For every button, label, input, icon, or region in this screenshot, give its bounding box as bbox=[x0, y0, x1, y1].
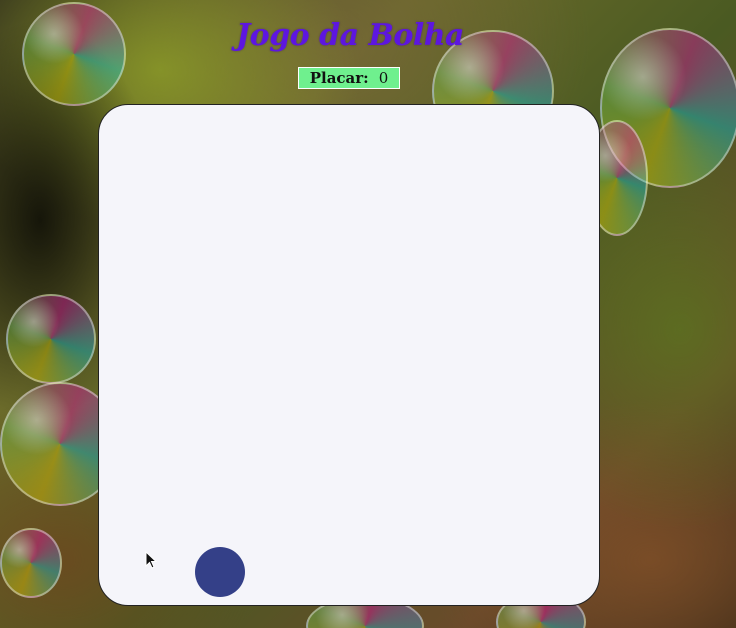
score-value: 0 bbox=[378, 69, 389, 87]
background-bubble bbox=[0, 528, 62, 598]
player-bubble[interactable] bbox=[195, 547, 245, 597]
game-area[interactable] bbox=[98, 104, 600, 606]
game-title: Jogo da Bolha bbox=[235, 18, 465, 53]
score-label: Placar: bbox=[309, 69, 369, 87]
mouse-pointer-icon bbox=[145, 551, 157, 569]
background-bubble bbox=[6, 294, 96, 384]
score-panel: Placar: 0 bbox=[298, 67, 400, 89]
